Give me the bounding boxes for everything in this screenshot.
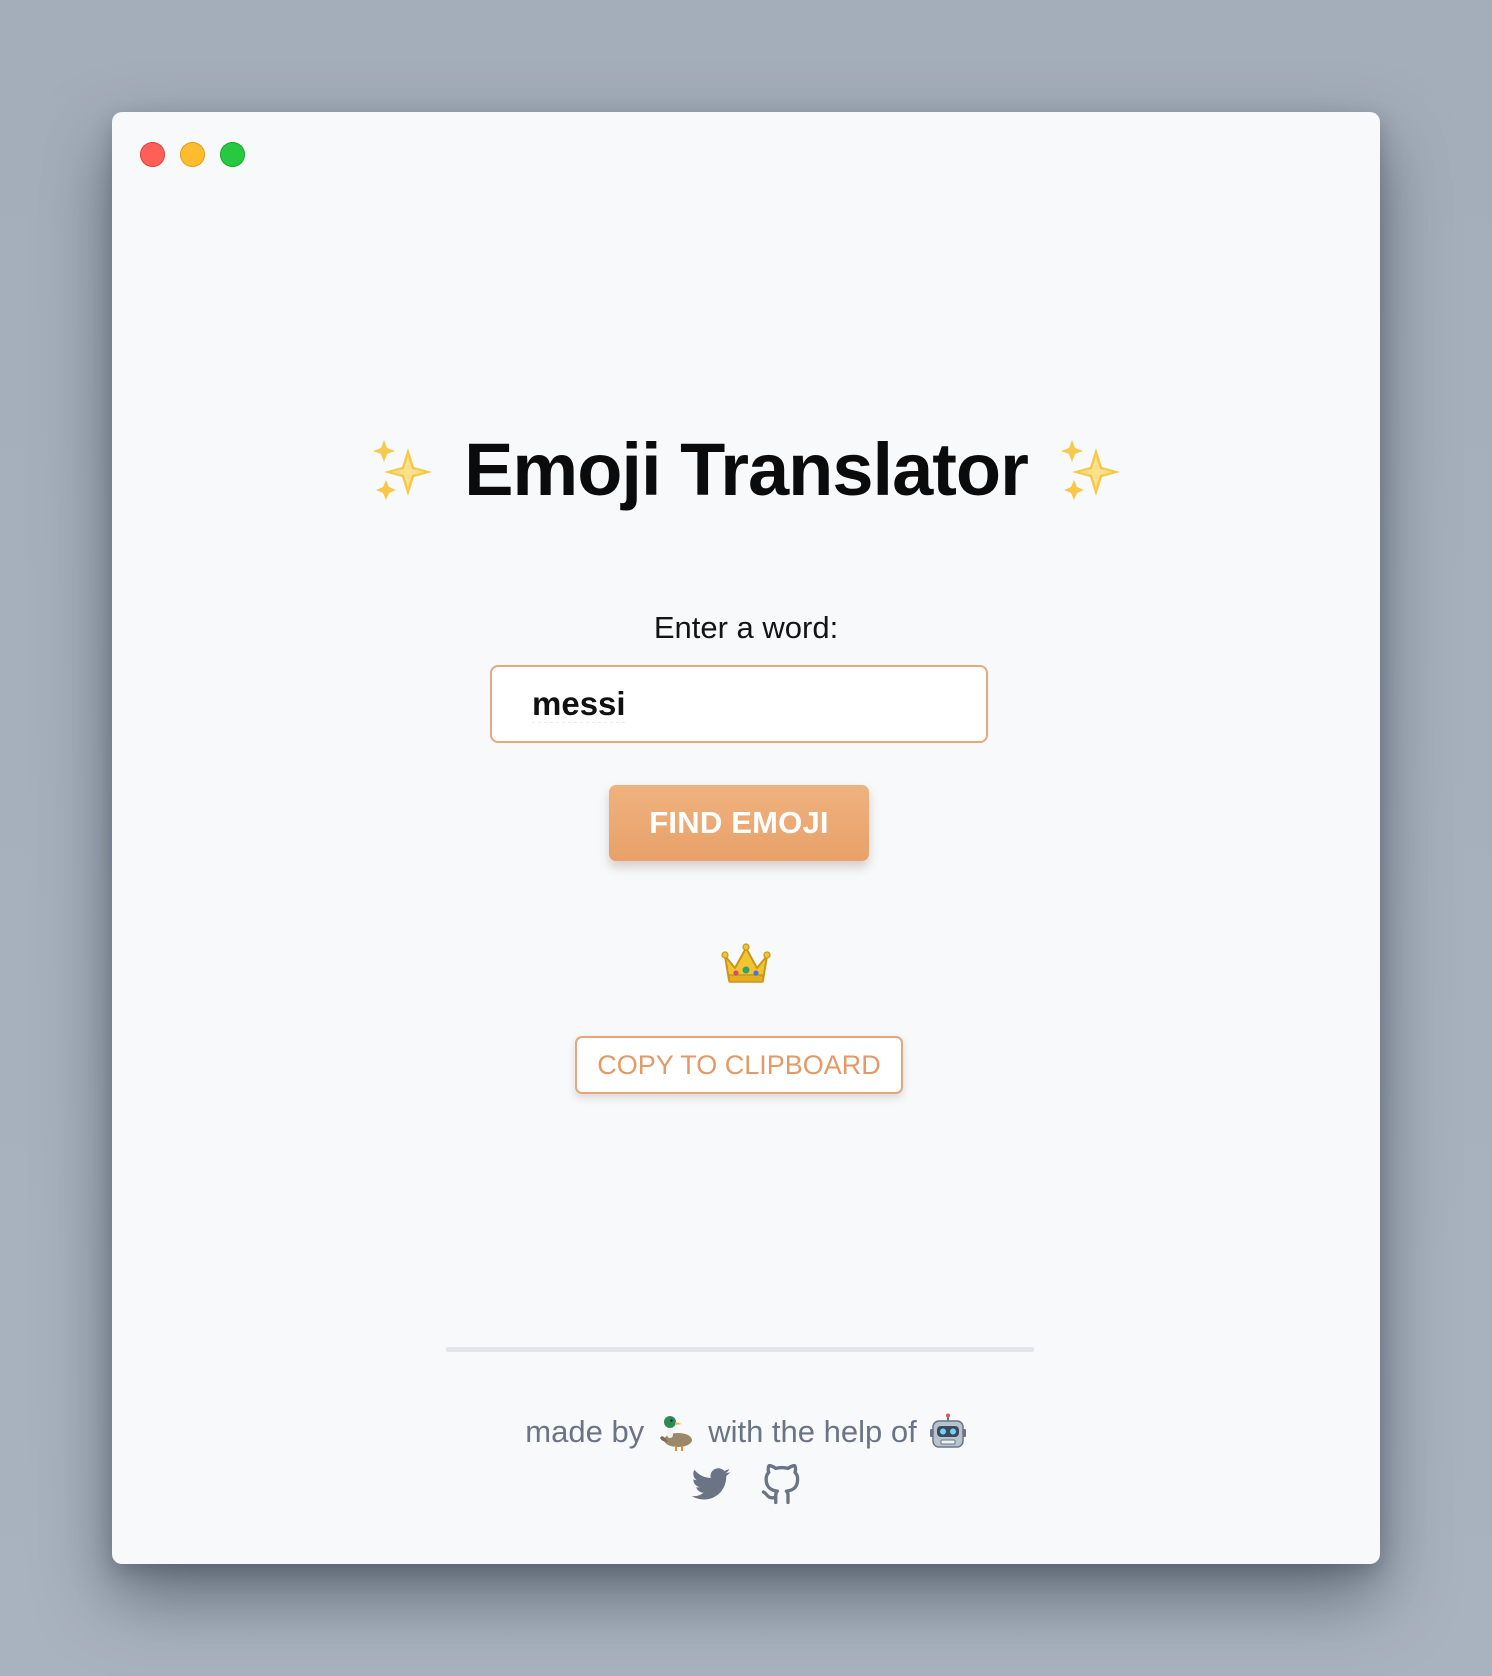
- github-link[interactable]: [760, 1464, 802, 1506]
- footer-credit: made by with the help of: [112, 1412, 1380, 1452]
- close-window-button[interactable]: [140, 142, 165, 167]
- made-by-text: made by: [525, 1414, 645, 1449]
- title-row: Emoji Translator: [112, 427, 1380, 512]
- robot-icon: [929, 1413, 966, 1448]
- word-input[interactable]: [490, 665, 988, 743]
- maximize-window-button[interactable]: [220, 142, 245, 167]
- word-prompt-label: Enter a word:: [653, 610, 839, 645]
- sparkles-icon: [1060, 439, 1120, 500]
- social-links: [112, 1464, 1380, 1506]
- result-emoji: [112, 942, 1380, 986]
- footer-divider: [446, 1347, 1034, 1352]
- duck-icon: [660, 1416, 693, 1451]
- sparkles-icon: [373, 439, 433, 500]
- copy-to-clipboard-button[interactable]: COPY TO CLIPBOARD: [575, 1036, 903, 1094]
- page-title: Emoji Translator: [464, 428, 1029, 511]
- app-window: Emoji Translator Enter a word: FIND EMOJ…: [112, 112, 1380, 1564]
- crown-icon: [721, 943, 771, 983]
- help-text: with the help of: [708, 1414, 917, 1449]
- github-icon: [761, 1464, 800, 1505]
- minimize-window-button[interactable]: [180, 142, 205, 167]
- twitter-link[interactable]: [690, 1464, 732, 1506]
- twitter-icon: [691, 1468, 731, 1500]
- find-emoji-button[interactable]: FIND EMOJI: [609, 785, 869, 861]
- window-controls: [140, 142, 245, 167]
